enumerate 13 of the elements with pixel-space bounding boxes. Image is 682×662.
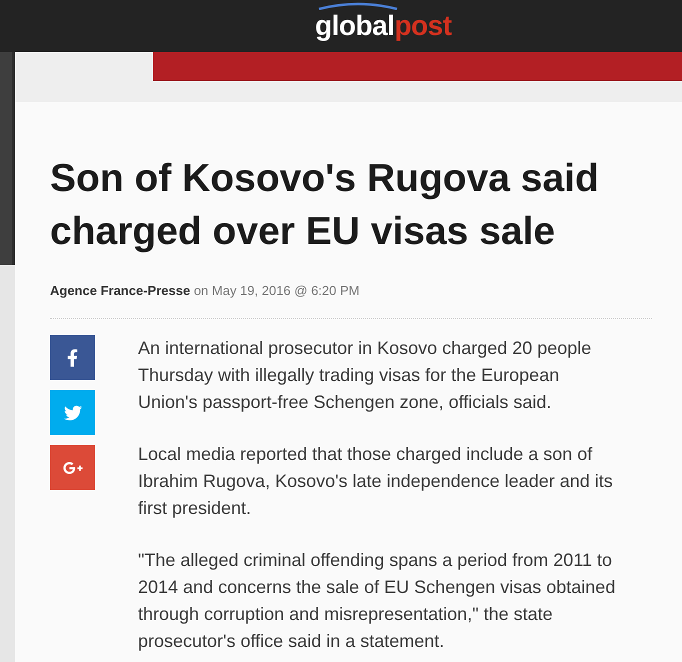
author-link[interactable]: Agence France-Presse <box>50 283 190 298</box>
share-button[interactable] <box>50 335 95 380</box>
article-paragraph: An international prosecutor in Kosovo charged 20 people Thursday with illegally trading visas for the European Union's passport-free Schengen zone, officials said. <box>138 337 592 414</box>
logo-text[interactable]: globalpost <box>315 11 452 41</box>
article-title: Son of Kosovo's Rugova said charged over EU visas sale <box>50 156 600 255</box>
arc-icon <box>318 2 398 10</box>
article-paragraph: "The alleged criminal offending spans a period from 2011 to 2014 and concerns the sale of EU Schengen visas obtained through corruption and misrepresentation," the state prosecutor's office said in a statement. <box>138 549 616 653</box>
bird-icon <box>62 404 84 422</box>
byline: Agence France-Presse on May 19, 2016 @ 6:20 PM <box>50 282 360 300</box>
f-logo-icon <box>67 348 78 368</box>
g-plus-icon <box>60 460 84 476</box>
article-paragraph: Local media reported that those charged include a son of Ibrahim Rugova, Kosovo's late independence leader and its first president. <box>138 443 614 520</box>
share-button[interactable] <box>50 445 95 490</box>
